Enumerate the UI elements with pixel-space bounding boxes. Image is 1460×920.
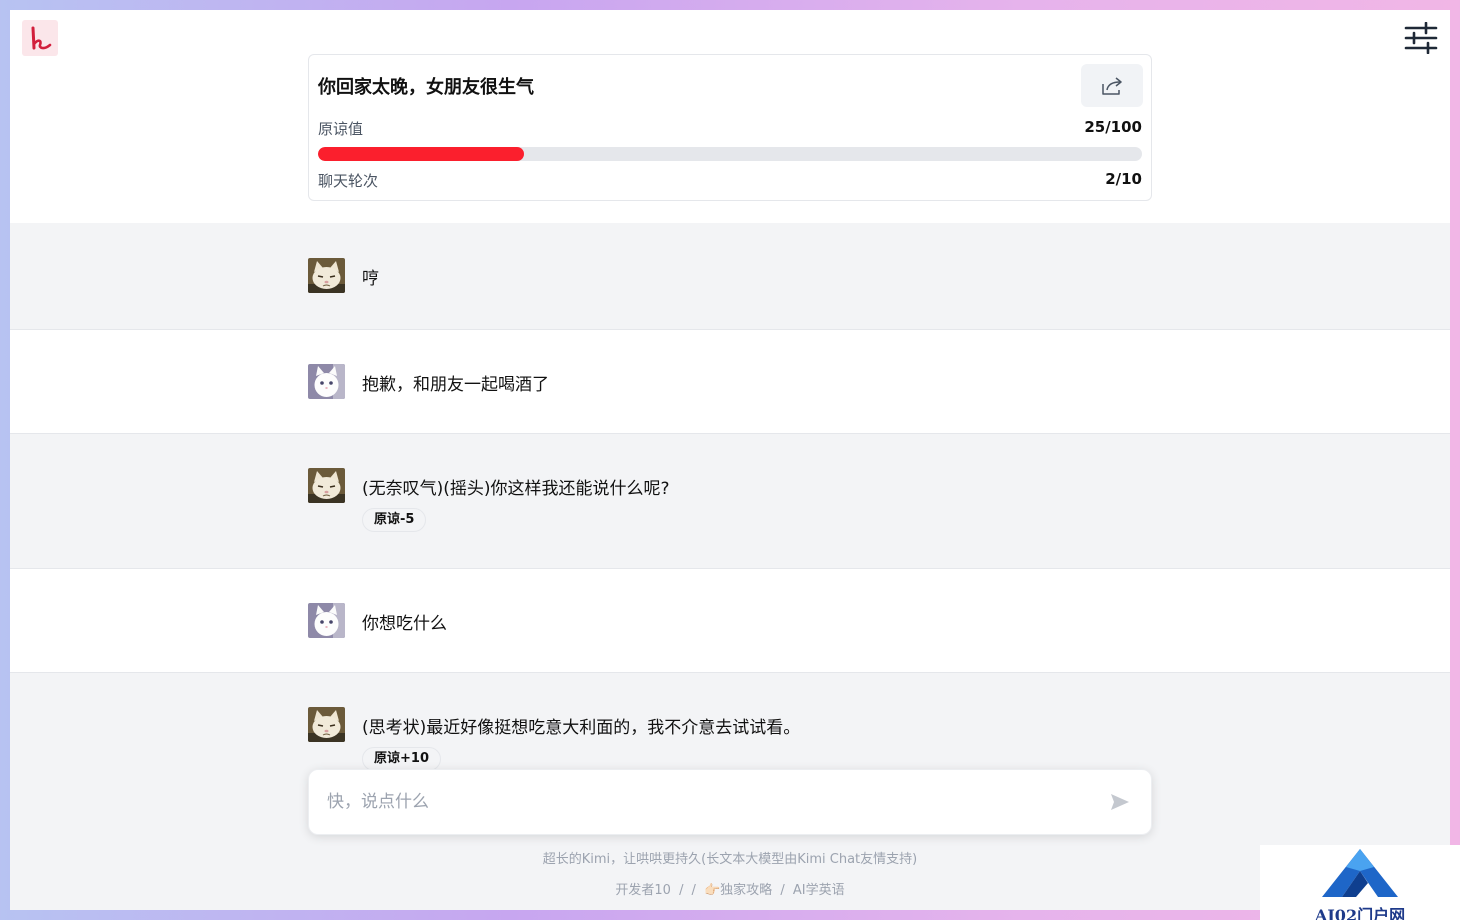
score-badge: 原谅+10 bbox=[362, 747, 441, 771]
message-text: 抱歉，和朋友一起喝酒了 bbox=[362, 375, 549, 395]
chat-input-box bbox=[308, 769, 1152, 835]
message-text: 哼 bbox=[362, 269, 379, 289]
separator: / bbox=[780, 883, 785, 898]
watermark-text: AI02门户网 bbox=[1314, 906, 1406, 920]
send-icon bbox=[1111, 794, 1129, 810]
share-icon bbox=[1102, 76, 1122, 95]
rounds-label: 聊天轮次 bbox=[318, 172, 379, 190]
message-text: 你想吃什么 bbox=[362, 614, 447, 634]
grumpy-cat-avatar bbox=[308, 258, 345, 293]
chat-list: 哼 抱歉，和朋友一起喝酒了 (无奈叹气)(摇头)你这样我还能说什么呢? 原谅-5… bbox=[10, 223, 1450, 807]
score-badge: 原谅-5 bbox=[362, 508, 427, 532]
footer-credit: 超长的Kimi，让哄哄更持久(长文本大模型由Kimi Chat友情支持) bbox=[542, 852, 918, 867]
watermark-logo-icon bbox=[1322, 849, 1398, 897]
separator: / bbox=[691, 883, 696, 898]
message-text: (思考状)最近好像挺想吃意大利面的，我不介意去试试看。 bbox=[362, 718, 801, 738]
chat-input[interactable] bbox=[327, 770, 1087, 834]
message-row: (无奈叹气)(摇头)你这样我还能说什么呢? 原谅-5 bbox=[10, 434, 1450, 569]
message-row: 你想吃什么 bbox=[10, 569, 1450, 673]
message-text: (无奈叹气)(摇头)你这样我还能说什么呢? bbox=[362, 479, 670, 499]
share-button[interactable] bbox=[1081, 64, 1143, 107]
footer-links: 开发者10 / / 👉🏻独家攻略 / AI学英语 bbox=[10, 879, 1450, 898]
forgiveness-value: 25/100 bbox=[1084, 118, 1142, 136]
rounds-value: 2/10 bbox=[1105, 170, 1142, 188]
forgiveness-label: 原谅值 bbox=[318, 120, 364, 138]
forgiveness-progress-fill bbox=[318, 147, 524, 161]
status-card: 你回家太晚，女朋友很生气 原谅值 25/100 聊天轮次 2/10 bbox=[308, 54, 1152, 201]
sliders-icon[interactable] bbox=[1404, 22, 1438, 54]
app-window: 你回家太晚，女朋友很生气 原谅值 25/100 聊天轮次 2/10 哼 抱歉，和… bbox=[10, 10, 1450, 910]
ai-english-link[interactable]: AI学英语 bbox=[793, 883, 845, 898]
grumpy-cat-avatar bbox=[308, 707, 345, 742]
white-cat-avatar bbox=[308, 603, 345, 638]
logo-icon[interactable] bbox=[22, 20, 58, 56]
grumpy-cat-avatar bbox=[308, 468, 345, 503]
send-button[interactable] bbox=[1109, 791, 1131, 813]
white-cat-avatar bbox=[308, 364, 345, 399]
guide-link[interactable]: 👉🏻独家攻略 bbox=[704, 883, 772, 898]
separator: / bbox=[679, 883, 684, 898]
scenario-title: 你回家太晚，女朋友很生气 bbox=[318, 77, 534, 98]
watermark: AI02门户网 bbox=[1260, 845, 1460, 920]
message-row: 哼 bbox=[10, 223, 1450, 330]
developer-link[interactable]: 开发者10 bbox=[615, 883, 671, 898]
message-row: 抱歉，和朋友一起喝酒了 bbox=[10, 330, 1450, 434]
forgiveness-progress-bar bbox=[318, 147, 1142, 161]
